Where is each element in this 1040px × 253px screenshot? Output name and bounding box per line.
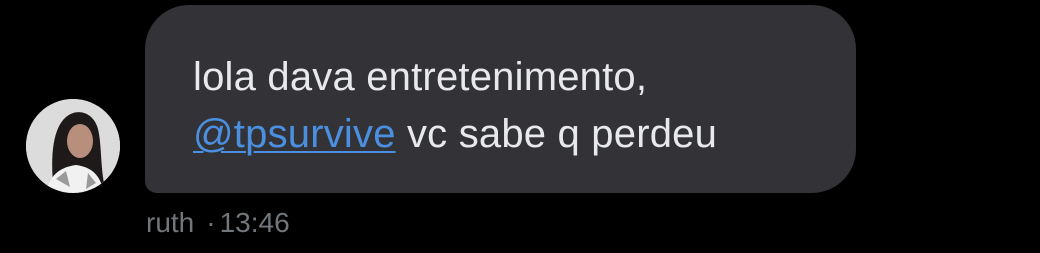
message-meta: ruth · 13:46 (146, 203, 290, 243)
avatar-photo (26, 99, 120, 193)
sender-name: ruth (146, 207, 195, 238)
mention-link[interactable]: @tpsurvive (193, 112, 396, 156)
sender-avatar[interactable] (26, 99, 120, 193)
meta-separator: · (206, 207, 216, 238)
message-line-2-text: vc sabe q perdeu (395, 112, 718, 156)
message-line-2: @tpsurvive vc sabe q perdeu (193, 106, 816, 163)
message-timestamp: 13:46 (219, 207, 290, 238)
message-line-1: lola dava entretenimento, (193, 55, 648, 99)
message-bubble[interactable]: lola dava entretenimento, @tpsurvive vc … (145, 5, 856, 193)
dm-conversation: lola dava entretenimento, @tpsurvive vc … (0, 0, 1040, 253)
